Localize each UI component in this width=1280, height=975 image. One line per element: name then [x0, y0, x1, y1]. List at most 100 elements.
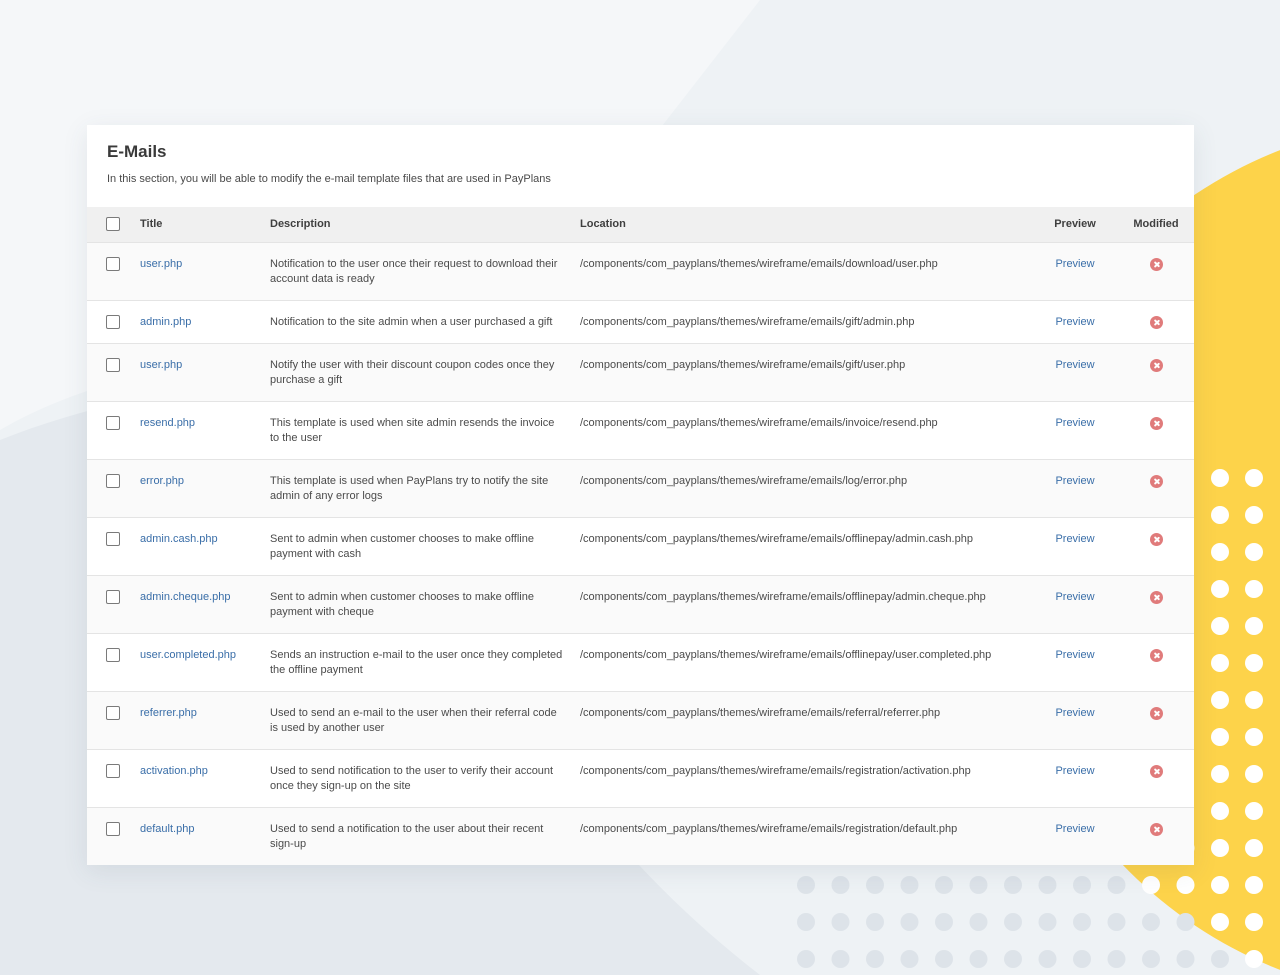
close-circle-icon	[1149, 648, 1163, 662]
preview-link[interactable]: Preview	[1032, 706, 1118, 721]
decor-dot	[1245, 802, 1263, 820]
template-title-link[interactable]: admin.cheque.php	[140, 591, 231, 603]
emails-table: Title Description Location Preview Modif…	[87, 207, 1194, 865]
decor-dot	[1107, 950, 1126, 968]
column-header-modified: Modified	[1133, 218, 1179, 231]
row-modified-cell	[1118, 343, 1194, 401]
column-header-title[interactable]: Title	[140, 207, 270, 242]
decor-dot	[1038, 950, 1057, 968]
row-title-cell: admin.php	[140, 300, 270, 343]
row-title-cell: resend.php	[140, 401, 270, 459]
table-row: user.php Notify the user with their disco…	[87, 343, 1194, 401]
preview-link[interactable]: Preview	[1032, 590, 1118, 605]
row-description: Sent to admin when customer chooses to m…	[270, 590, 534, 618]
preview-link[interactable]: Preview	[1032, 822, 1118, 837]
row-title-cell: user.php	[140, 242, 270, 300]
column-header-description: Description	[270, 218, 331, 231]
decor-dot	[831, 950, 850, 968]
row-checkbox[interactable]	[106, 589, 120, 604]
template-title-link[interactable]: resend.php	[140, 417, 195, 429]
table-row: resend.php This template is used when sit…	[87, 401, 1194, 459]
preview-link[interactable]: Preview	[1032, 648, 1118, 663]
template-title-link[interactable]: admin.php	[140, 316, 191, 328]
row-location: /components/com_payplans/themes/wirefram…	[580, 822, 958, 835]
preview-link[interactable]: Preview	[1032, 315, 1118, 330]
close-circle-icon	[1149, 358, 1163, 372]
decor-dot	[831, 876, 850, 894]
decor-dot	[900, 913, 919, 931]
row-checkbox[interactable]	[106, 314, 120, 329]
row-title-cell: user.completed.php	[140, 633, 270, 691]
table-body: user.php Notification to the user once th…	[87, 242, 1194, 865]
row-checkbox[interactable]	[106, 821, 120, 836]
row-description: This template is used when site admin re…	[270, 416, 555, 444]
table-row: default.php Used to send a notification t…	[87, 807, 1194, 865]
row-description: Sends an instruction e-mail to the user …	[270, 648, 563, 676]
decor-dot	[1245, 543, 1263, 561]
row-location: /components/com_payplans/themes/wirefram…	[580, 257, 938, 270]
row-checkbox[interactable]	[106, 357, 120, 372]
decor-dot	[969, 913, 988, 931]
decor-dot	[1245, 691, 1263, 709]
preview-link[interactable]: Preview	[1032, 532, 1118, 547]
decor-dot	[866, 876, 884, 894]
row-checkbox[interactable]	[106, 415, 120, 430]
row-description: Used to send an e-mail to the user when …	[270, 706, 557, 734]
decor-dot	[935, 950, 953, 968]
template-title-link[interactable]: user.php	[140, 258, 182, 270]
decor-dot	[1142, 913, 1160, 931]
preview-link[interactable]: Preview	[1032, 764, 1118, 779]
template-title-link[interactable]: referrer.php	[140, 707, 197, 719]
page-description: In this section, you will be able to mod…	[107, 173, 551, 185]
template-title-link[interactable]: error.php	[140, 475, 184, 487]
template-title-link[interactable]: admin.cash.php	[140, 533, 218, 545]
decor-dot	[1073, 913, 1091, 931]
preview-link[interactable]: Preview	[1032, 358, 1118, 373]
decor-dot	[1004, 913, 1022, 931]
row-description: Sent to admin when customer chooses to m…	[270, 532, 534, 560]
table-row: user.php Notification to the user once th…	[87, 242, 1194, 300]
decor-dot	[969, 876, 988, 894]
row-preview-cell: Preview	[1032, 300, 1118, 343]
decor-dot	[1245, 839, 1263, 857]
row-modified-cell	[1118, 691, 1194, 749]
row-checkbox[interactable]	[106, 647, 120, 662]
decor-dot	[1245, 876, 1263, 894]
decor-dot	[1211, 506, 1229, 524]
row-checkbox[interactable]	[106, 473, 120, 488]
row-location: /components/com_payplans/themes/wirefram…	[580, 648, 992, 661]
template-title-link[interactable]: activation.php	[140, 765, 208, 777]
decor-dot	[866, 913, 884, 931]
row-preview-cell: Preview	[1032, 807, 1118, 865]
close-circle-icon	[1149, 315, 1163, 329]
decor-dot	[1211, 876, 1229, 894]
preview-link[interactable]: Preview	[1032, 474, 1118, 489]
template-title-link[interactable]: user.php	[140, 359, 182, 371]
row-preview-cell: Preview	[1032, 401, 1118, 459]
table-row: admin.cheque.php Sent to admin when custo…	[87, 575, 1194, 633]
decor-dot	[1176, 913, 1195, 931]
decor-dot	[1211, 580, 1229, 598]
decor-dot	[1142, 950, 1160, 968]
row-checkbox[interactable]	[106, 705, 120, 720]
template-title-link[interactable]: user.completed.php	[140, 649, 236, 661]
table-header-row: Title Description Location Preview Modif…	[87, 207, 1194, 242]
table-row: admin.php Notification to the site admin …	[87, 300, 1194, 343]
decor-dot	[1211, 765, 1229, 783]
decor-dot	[1211, 802, 1229, 820]
decor-dot	[1211, 839, 1229, 857]
row-modified-cell	[1118, 242, 1194, 300]
decor-dot	[831, 913, 850, 931]
decor-dot	[935, 876, 953, 894]
row-description: This template is used when PayPlans try …	[270, 474, 549, 502]
preview-link[interactable]: Preview	[1032, 257, 1118, 272]
select-all-checkbox[interactable]	[106, 217, 120, 232]
row-checkbox[interactable]	[106, 256, 120, 271]
row-checkbox[interactable]	[106, 763, 120, 778]
preview-link[interactable]: Preview	[1032, 416, 1118, 431]
decor-dot	[1245, 654, 1263, 672]
template-title-link[interactable]: default.php	[140, 823, 194, 835]
decor-dot	[1211, 728, 1229, 746]
row-checkbox[interactable]	[106, 531, 120, 546]
decor-dot	[900, 950, 919, 968]
